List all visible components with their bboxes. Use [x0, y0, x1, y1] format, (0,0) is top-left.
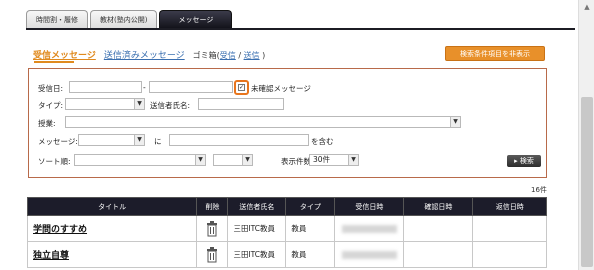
sender-label: 送信者氏名:	[150, 101, 191, 110]
unread-checkbox-highlight[interactable]: ✓	[234, 80, 249, 95]
confirmed-date-cell	[403, 241, 474, 268]
active-link-indicator	[34, 61, 74, 63]
delete-cell[interactable]	[196, 215, 229, 242]
delete-cell[interactable]	[196, 241, 229, 268]
date-label: 受信日:	[38, 84, 64, 93]
sender-cell: 三田ITC教員	[227, 241, 287, 268]
col-title[interactable]: タイトル	[26, 197, 198, 216]
message-contains-label: を含む	[311, 137, 334, 146]
sent-messages-link[interactable]: 送信済みメッセージ	[104, 48, 185, 61]
message-keyword-input[interactable]	[169, 134, 309, 146]
col-received[interactable]: 受信日時	[334, 197, 405, 216]
search-panel: 受信日: - ✓ 未確認メッセージ タイプ: ▼ 送信者氏名: 授業: ▼ メッ…	[28, 68, 547, 178]
type-select[interactable]: ▼	[65, 98, 145, 110]
chevron-down-icon: ▼	[348, 155, 358, 165]
tab-timetable[interactable]: 時間割・履修	[26, 10, 88, 29]
message-in-label: に	[154, 137, 162, 146]
col-type[interactable]: タイプ	[285, 197, 336, 216]
type-cell: 教員	[285, 215, 336, 242]
message-title-link[interactable]: 学問のすすめ	[26, 215, 198, 242]
chevron-down-icon: ▼	[242, 155, 252, 165]
confirmed-date-cell	[403, 215, 474, 242]
tab-bar: 時間割・履修 教材(塾内公開) メッセージ	[0, 0, 577, 30]
trash-sent-link[interactable]: 送信	[244, 51, 260, 60]
sort-order-select[interactable]: ▼	[213, 154, 253, 166]
col-sender[interactable]: 送信者氏名	[227, 197, 287, 216]
message-title-link[interactable]: 独立自尊	[26, 241, 198, 268]
col-confirmed[interactable]: 確認日時	[403, 197, 474, 216]
trash-icon[interactable]	[206, 220, 218, 237]
table-row[interactable]: 学問のすすめ 三田ITC教員 教員	[26, 215, 547, 242]
received-date-cell	[334, 215, 405, 242]
scroll-thumb[interactable]	[581, 97, 593, 267]
result-count: 16件	[531, 186, 547, 194]
unread-checkbox[interactable]: ✓	[238, 84, 245, 91]
scroll-up-arrow-icon[interactable]: ▲	[582, 3, 592, 11]
toggle-search-conditions-button[interactable]: 検索条件項目を非表示	[445, 46, 545, 61]
message-table: タイトル 削除 送信者氏名 タイプ 受信日時 確認日時 返信日時 学問のすすめ …	[26, 197, 547, 268]
received-date-cell	[334, 241, 405, 268]
tab-underline	[26, 28, 575, 30]
received-messages-link[interactable]: 受信メッセージ	[33, 48, 96, 61]
type-label: タイプ:	[38, 101, 64, 110]
sender-cell: 三田ITC教員	[227, 215, 287, 242]
date-from-input[interactable]	[69, 81, 142, 93]
course-select[interactable]: ▼	[65, 116, 461, 128]
search-button[interactable]: ▸ 検索	[507, 155, 541, 167]
message-links: 受信メッセージ 送信済みメッセージ ゴミ箱(受信 / 送信 )	[33, 48, 265, 61]
sender-input[interactable]	[198, 98, 284, 110]
message-label: メッセージ:	[38, 137, 78, 146]
date-to-input[interactable]	[149, 81, 233, 93]
table-row[interactable]: 独立自尊 三田ITC教員 教員	[26, 241, 547, 268]
tab-messages[interactable]: メッセージ	[159, 10, 233, 29]
replied-date-cell	[472, 215, 547, 242]
col-delete: 削除	[196, 197, 229, 216]
message-field-select[interactable]: ▼	[78, 134, 145, 146]
chevron-down-icon: ▼	[195, 155, 205, 165]
chevron-down-icon: ▼	[134, 99, 144, 109]
redacted-date	[341, 251, 397, 259]
replied-date-cell	[472, 241, 547, 268]
display-count-select[interactable]: 30件 ▼	[309, 154, 359, 166]
chevron-down-icon: ▼	[134, 135, 144, 145]
unread-label: 未確認メッセージ	[251, 84, 311, 93]
course-label: 授業:	[38, 119, 56, 128]
trash-label: ゴミ箱(受信 / 送信 )	[192, 51, 266, 60]
trash-received-link[interactable]: 受信	[220, 51, 236, 60]
chevron-down-icon: ▼	[450, 117, 460, 127]
col-replied[interactable]: 返信日時	[472, 197, 547, 216]
scrollbar[interactable]: ▲	[578, 0, 594, 270]
tab-materials[interactable]: 教材(塾内公開)	[90, 10, 158, 29]
type-cell: 教員	[285, 241, 336, 268]
sort-field-select[interactable]: ▼	[74, 154, 206, 166]
sort-label: ソート順:	[38, 157, 71, 166]
redacted-date	[341, 225, 397, 233]
trash-icon[interactable]	[206, 246, 218, 263]
date-separator: -	[143, 83, 146, 92]
